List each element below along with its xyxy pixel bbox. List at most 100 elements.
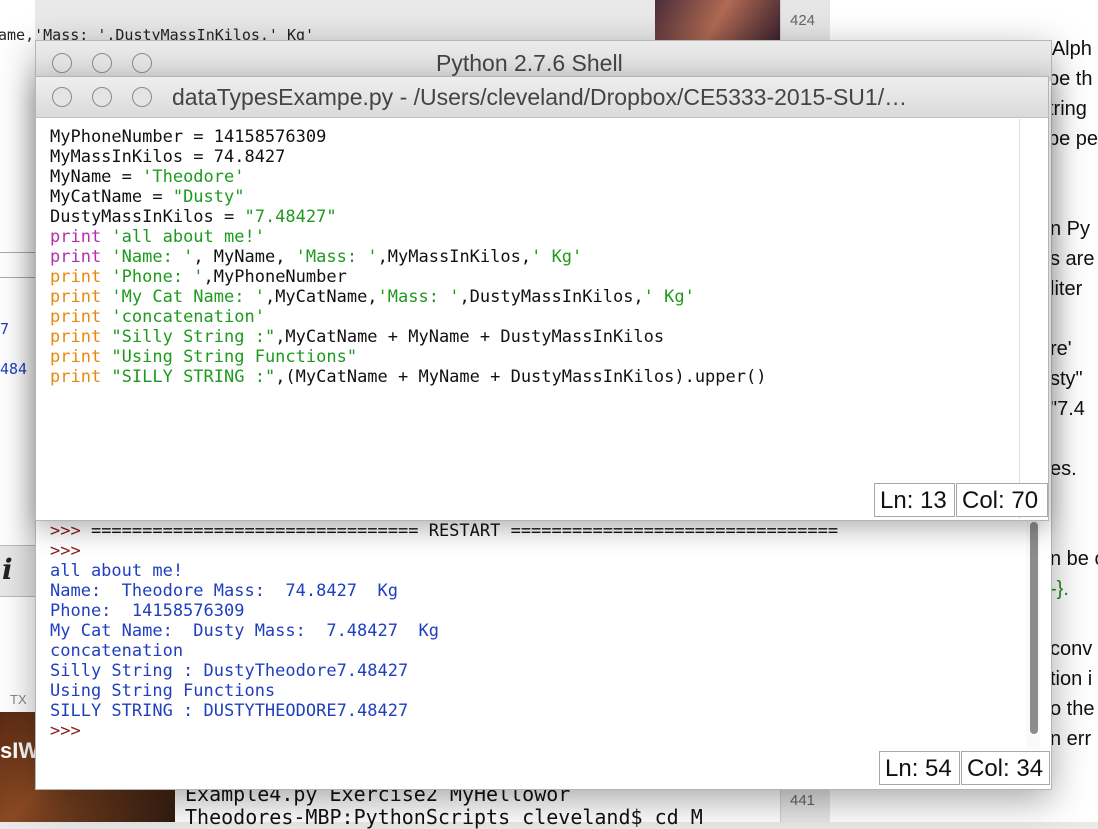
code-token: ' Kg' (643, 287, 695, 307)
code-token: ,DustyMassInKilos, (459, 287, 644, 307)
code-line[interactable]: MyMassInKilos = 74.8427 (50, 147, 285, 167)
code-token: "7.48427" (244, 207, 337, 227)
shell-output-line: SILLY STRING : DUSTYTHEODORE7.48427 (50, 701, 409, 721)
close-window-button[interactable] (52, 53, 72, 73)
background-photo (655, 0, 780, 40)
code-token: print (50, 327, 102, 347)
code-line[interactable]: MyCatName = "Dusty" (50, 187, 244, 207)
document-text: liter (1050, 278, 1083, 300)
shell-output-line: all about me! (50, 561, 184, 581)
document-text: sty" (1050, 368, 1083, 390)
code-token: "Dusty" (172, 187, 245, 207)
shell-output-line: My Cat Name: Dusty Mass: 7.48427 Kg (50, 621, 439, 641)
code-token: MyName = (50, 167, 143, 187)
shell-output-area[interactable]: >>> ================================ RES… (50, 521, 1030, 743)
code-line[interactable]: print "Using String Functions" (50, 347, 357, 367)
zoom-window-button[interactable] (132, 87, 152, 107)
shell-scrollbar-thumb[interactable] (1030, 522, 1038, 734)
shell-output-line: Using String Functions (50, 681, 276, 701)
code-token: ' Kg' (531, 247, 583, 267)
code-line[interactable]: MyName = 'Theodore' (50, 167, 244, 187)
code-token: MyPhoneNumber = 14158576309 (50, 127, 327, 147)
editor-window-title: dataTypesExampe.py - /Users/cleveland/Dr… (172, 84, 908, 110)
document-text: n be c (1050, 548, 1098, 570)
code-token: ,MyPhoneNumber (203, 267, 347, 287)
shell-output-line: Name: Theodore Mass: 74.8427 Kg (50, 581, 398, 601)
page-number: 441 (790, 792, 816, 809)
code-line[interactable]: print "SILLY STRING :",(MyCatName + MyNa… (50, 367, 766, 387)
code-line[interactable]: print 'Name: ', MyName, 'Mass: ',MyMassI… (50, 247, 582, 267)
code-token: ,MyCatName + MyName + DustyMassInKilos (275, 327, 665, 347)
code-line[interactable]: print 'concatenation' (50, 307, 265, 327)
code-token: DustyMassInKilos = (50, 207, 245, 227)
background-output-line: 484 (0, 360, 28, 378)
code-token: ,(MyCatName + MyName + DustyMassInKilos)… (275, 367, 767, 387)
document-text: -}. (1050, 578, 1069, 600)
code-token: , MyName, (193, 247, 296, 267)
shell-prompt-line: >>> (50, 541, 91, 561)
code-token: 'Phone: ' (101, 267, 204, 287)
document-text: n Py (1050, 218, 1091, 240)
document-text: "7.4 (1050, 398, 1085, 420)
info-italic-icon: i (0, 545, 35, 597)
code-editor-area[interactable]: MyPhoneNumber = 14158576309 MyMassInKilos… (50, 127, 1010, 427)
code-token: 'Mass: ' (295, 247, 378, 267)
document-text: pe pe (1048, 128, 1098, 150)
code-line[interactable]: print 'Phone: ',MyPhoneNumber (50, 267, 347, 287)
code-token: print (50, 267, 102, 287)
code-token: print (50, 287, 102, 307)
shell-prompt-line: >>> ================================ RES… (50, 521, 839, 541)
code-token: 'Name: ' (101, 247, 194, 267)
code-line[interactable]: print "Silly String :",MyCatName + MyNam… (50, 327, 664, 347)
code-token: "Silly String :" (101, 327, 276, 347)
shell-output-line: Phone: 14158576309 (50, 601, 245, 621)
code-token: ,MyMassInKilos, (377, 247, 532, 267)
document-text: s are (1050, 248, 1095, 270)
editor-titlebar[interactable]: dataTypesExampe.py - /Users/cleveland/Dr… (36, 77, 1048, 118)
minimize-window-button[interactable] (92, 53, 112, 73)
editor-window[interactable]: dataTypesExampe.py - /Users/cleveland/Dr… (35, 76, 1049, 521)
shell-titlebar[interactable]: Python 2.7.6 Shell (36, 41, 1051, 81)
background-output-line: 7 (0, 320, 10, 338)
document-text: tring (1048, 98, 1087, 120)
document-text: 'Alph (1048, 38, 1092, 60)
code-token: print (50, 227, 102, 247)
code-token: ,MyCatName, (264, 287, 378, 307)
code-token: 'My Cat Name: ' (101, 287, 265, 307)
code-token: print (50, 247, 102, 267)
editor-column-indicator: Col: 70 (956, 483, 1048, 517)
page-number: 424 (790, 12, 816, 29)
background-label: TX (10, 692, 27, 707)
code-token: MyMassInKilos = 74.8427 (50, 147, 286, 167)
document-text: es. (1050, 458, 1077, 480)
document-text: o the (1050, 698, 1095, 720)
document-text: re' (1050, 338, 1072, 360)
editor-line-indicator: Ln: 13 (874, 483, 955, 517)
code-token: print (50, 347, 102, 367)
code-token: MyCatName = (50, 187, 173, 207)
close-window-button[interactable] (52, 87, 72, 107)
shell-prompt-line: >>> (50, 721, 91, 741)
code-token: "SILLY STRING :" (101, 367, 276, 387)
code-token: 'Mass: ' (377, 287, 460, 307)
editor-scrollbar[interactable] (1019, 119, 1048, 519)
code-token: print (50, 307, 102, 327)
zoom-window-button[interactable] (132, 53, 152, 73)
code-line[interactable]: print 'My Cat Name: ',MyCatName,'Mass: '… (50, 287, 695, 307)
minimize-window-button[interactable] (92, 87, 112, 107)
code-line[interactable]: print 'all about me!' (50, 227, 265, 247)
code-token: "Using String Functions" (101, 347, 358, 367)
document-text: conv (1050, 638, 1093, 660)
shell-column-indicator: Col: 34 (961, 751, 1050, 785)
terminal-line: Theodores-MBP:PythonScripts cleveland$ c… (185, 805, 703, 829)
background-photo-text: sIW (0, 738, 40, 763)
shell-window-title: Python 2.7.6 Shell (436, 50, 623, 76)
code-line[interactable]: DustyMassInKilos = "7.48427" (50, 207, 337, 227)
document-text: n err (1050, 728, 1092, 750)
code-token: 'all about me!' (101, 227, 265, 247)
code-token: 'Theodore' (142, 167, 245, 187)
code-token: 'concatenation' (101, 307, 265, 327)
code-token: print (50, 367, 102, 387)
shell-line-indicator: Ln: 54 (879, 751, 960, 785)
code-line[interactable]: MyPhoneNumber = 14158576309 (50, 127, 326, 147)
